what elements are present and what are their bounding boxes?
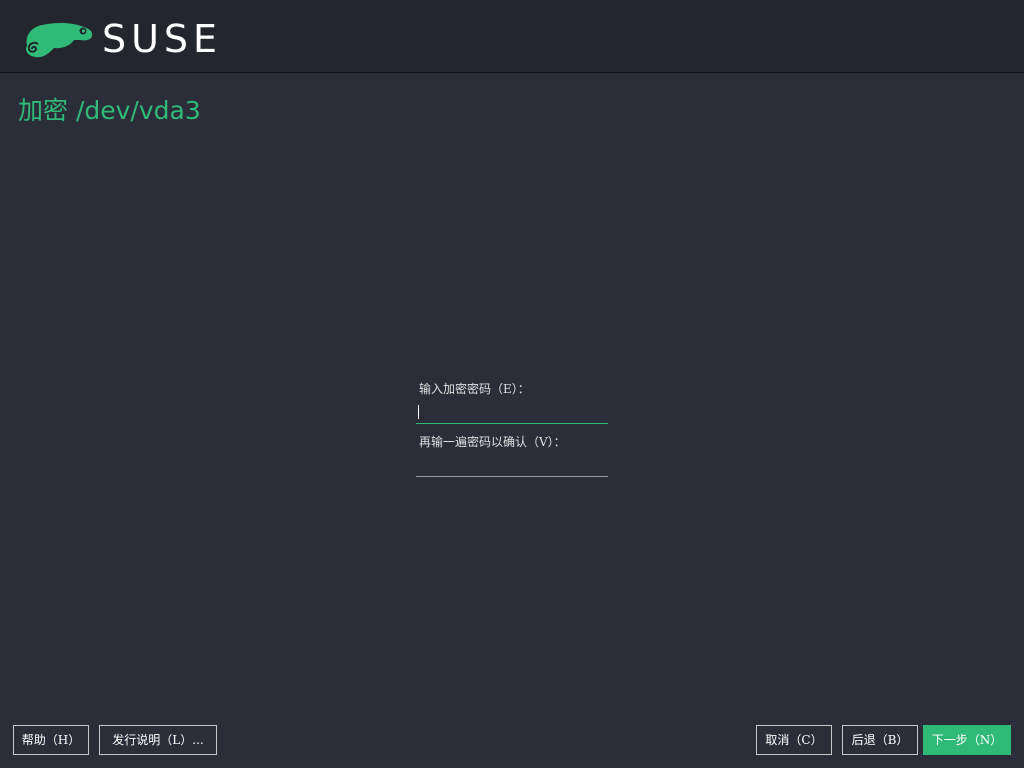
- suse-logo: SUSE: [20, 18, 217, 60]
- release-notes-button[interactable]: 发行说明（L）...: [99, 725, 217, 755]
- confirm-password-label: 再输一遍密码以确认（V）：: [419, 435, 566, 449]
- password-input[interactable]: [416, 400, 608, 424]
- confirm-password-input[interactable]: [416, 453, 608, 477]
- cancel-button[interactable]: 取消（C）: [756, 725, 832, 755]
- password-field-group: 输入加密密码（E）：: [416, 380, 608, 424]
- text-cursor: [418, 405, 419, 419]
- next-button[interactable]: 下一步（N）: [923, 725, 1011, 755]
- back-button[interactable]: 后退（B）: [842, 725, 918, 755]
- suse-chameleon-icon: [26, 22, 93, 58]
- help-button[interactable]: 帮助（H）: [13, 725, 89, 755]
- password-label: 输入加密密码（E）：: [419, 382, 530, 396]
- page-title: 加密 /dev/vda3: [18, 96, 201, 125]
- brand-name: SUSE: [102, 17, 223, 61]
- confirm-field-group: 再输一遍密码以确认（V）：: [416, 433, 608, 477]
- header-bar: SUSE: [0, 0, 1024, 73]
